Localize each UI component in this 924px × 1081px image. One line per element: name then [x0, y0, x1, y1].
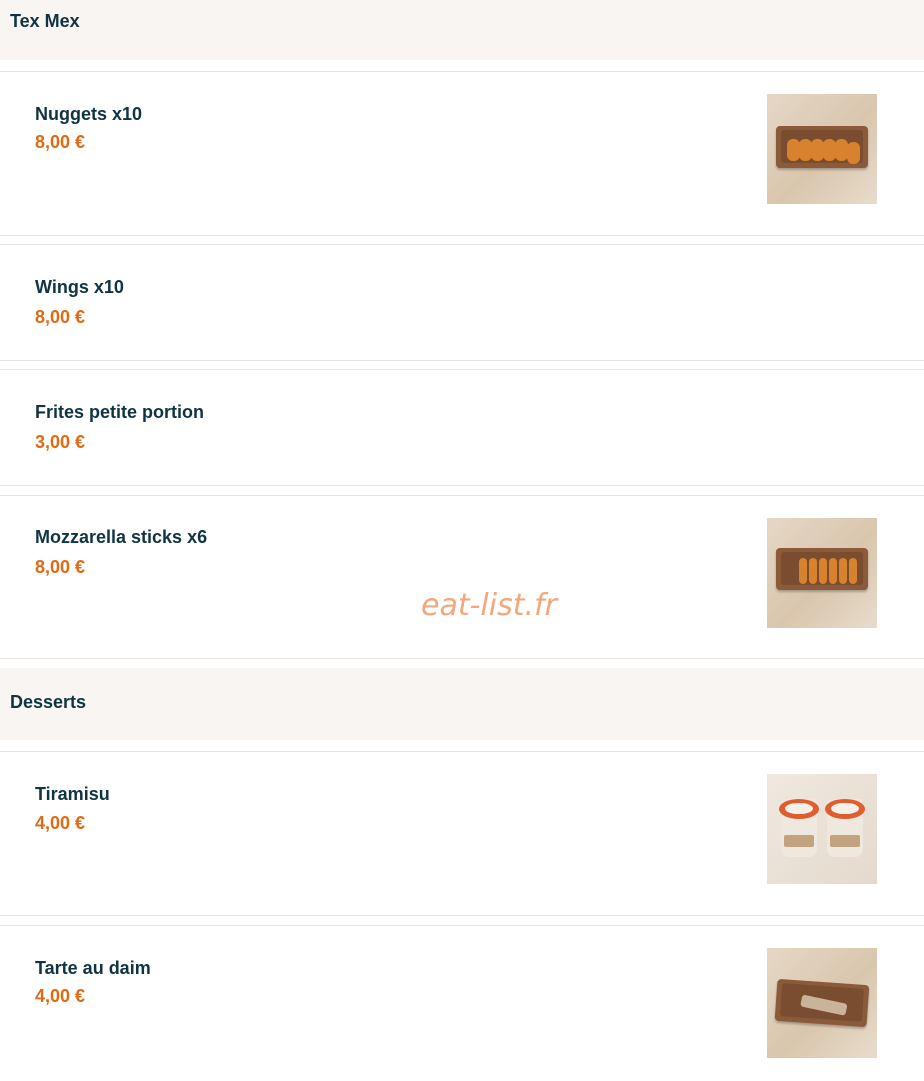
tiramisu-photo — [767, 774, 877, 884]
tarte-au-daim-photo — [767, 948, 877, 1058]
section-header-desserts: Desserts — [0, 668, 924, 740]
item-name: Mozzarella sticks x6 — [35, 527, 208, 547]
item-price: 4,00 € — [35, 813, 86, 833]
menu-item-wings[interactable]: Wings x10 8,00 € — [0, 244, 924, 361]
item-price: 3,00 € — [35, 432, 86, 452]
item-price: 8,00 € — [35, 307, 86, 327]
nuggets-photo — [767, 94, 877, 204]
item-name: Tiramisu — [35, 784, 110, 804]
section-title: Tex Mex — [10, 11, 80, 31]
section-header-tex-mex: Tex Mex — [0, 0, 924, 60]
menu-item-tarte-au-daim[interactable]: Tarte au daim 4,00 € — [0, 925, 924, 1081]
menu-item-frites-petite-portion[interactable]: Frites petite portion 3,00 € — [0, 369, 924, 486]
watermark: eat-list.fr — [421, 588, 557, 623]
item-name: Tarte au daim — [35, 958, 151, 978]
menu-item-mozzarella-sticks[interactable]: Mozzarella sticks x6 8,00 € — [0, 495, 924, 659]
item-price: 4,00 € — [35, 986, 86, 1006]
section-title: Desserts — [10, 692, 87, 712]
item-price: 8,00 € — [35, 557, 86, 577]
item-name: Nuggets x10 — [35, 104, 143, 124]
item-name: Frites petite portion — [35, 402, 205, 422]
mozzarella-sticks-photo — [767, 518, 877, 628]
item-price: 8,00 € — [35, 132, 86, 152]
menu-item-tiramisu[interactable]: Tiramisu 4,00 € — [0, 751, 924, 916]
menu-item-nuggets[interactable]: Nuggets x10 8,00 € — [0, 71, 924, 236]
item-name: Wings x10 — [35, 277, 124, 297]
